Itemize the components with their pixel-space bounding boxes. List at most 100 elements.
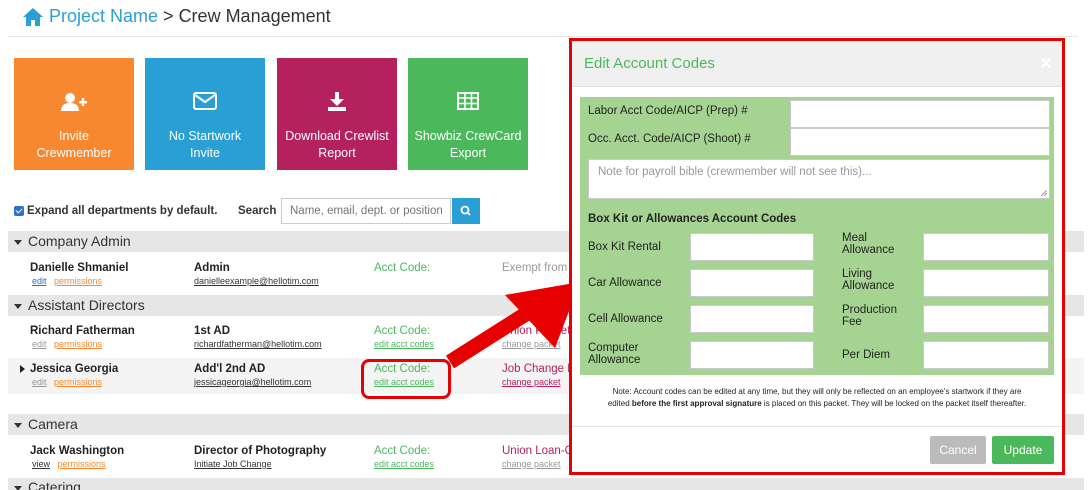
chevron-down-icon [14, 485, 22, 490]
tile-label-line2: Invite [190, 146, 220, 160]
search-icon [460, 205, 471, 216]
cancel-button[interactable]: Cancel [930, 436, 986, 464]
tile-label-line2: Export [449, 146, 487, 160]
change-packet-link[interactable]: change packet [502, 339, 561, 349]
resize-handle-icon[interactable] [1041, 190, 1047, 196]
car-allowance-input[interactable] [690, 269, 814, 297]
search-input[interactable] [281, 198, 451, 224]
download-crewlist-report-button[interactable]: Download Crewlist Report [277, 58, 397, 170]
box-kit-input[interactable] [690, 233, 814, 261]
production-fee-label: Production Fee [842, 304, 897, 328]
home-icon[interactable] [22, 7, 44, 27]
project-name-link[interactable]: Project Name [49, 6, 158, 27]
crew-name: Danielle Shmaniel [30, 262, 129, 274]
status-text: Job Change P [502, 363, 575, 375]
per-diem-label: Per Diem [842, 349, 890, 361]
expand-all-label: Expand all departments by default. [27, 205, 218, 217]
change-packet-link[interactable]: change packet [502, 377, 561, 387]
view-link[interactable]: view [32, 459, 50, 469]
dept-name: Assistant Directors [28, 297, 145, 313]
chevron-right-icon[interactable] [20, 365, 25, 373]
envelope-icon [193, 92, 217, 110]
crew-role: Director of Photography [194, 445, 327, 457]
initiate-job-change-link[interactable]: Initiate Job Change [194, 459, 272, 469]
status-text: Exempt from [502, 262, 568, 274]
account-codes-footnote: Note: Account codes can be edited at any… [607, 387, 1027, 408]
update-button[interactable]: Update [992, 436, 1054, 464]
per-diem-input[interactable] [923, 341, 1049, 369]
living-allowance-label: Living Allowance [842, 268, 895, 292]
acct-code-label: Acct Code: [374, 325, 431, 337]
status-text: Union Loan-O [502, 445, 574, 457]
chevron-down-icon [14, 422, 22, 428]
modal-header: Edit Account Codes × [572, 41, 1062, 87]
permissions-link[interactable]: permissions [58, 459, 106, 469]
meal-allowance-input[interactable] [923, 233, 1049, 261]
search-button[interactable] [452, 198, 480, 224]
production-fee-input[interactable] [923, 305, 1049, 333]
payroll-note-textarea[interactable]: Note for payroll bible (crewmember will … [588, 159, 1050, 199]
permissions-link[interactable]: permissions [54, 339, 102, 349]
search-label: Search [238, 205, 277, 217]
crew-email[interactable]: richardfatherman@hellotim.com [194, 339, 322, 349]
dept-name: Camera [28, 416, 78, 432]
crew-email[interactable]: jessicageorgia@hellotim.com [194, 377, 311, 387]
header-divider [8, 36, 1078, 37]
tile-label-line1: Invite [59, 129, 89, 143]
crew-role: Admin [194, 262, 230, 274]
acct-code-label: Acct Code: [374, 262, 431, 274]
change-packet-link[interactable]: change packet [502, 459, 561, 469]
payroll-note-placeholder: Note for payroll bible (crewmember will … [598, 166, 872, 178]
meal-allowance-label: Meal Allowance [842, 232, 895, 256]
dept-name: Catering [28, 479, 81, 490]
page-title: Crew Management [178, 6, 331, 26]
invite-crewmember-button[interactable]: Invite Crewmember [14, 58, 134, 170]
modal-title: Edit Account Codes [584, 55, 715, 72]
edit-account-codes-modal: Edit Account Codes × Labor Acct Code/AIC… [569, 38, 1065, 475]
download-icon [328, 92, 346, 111]
crew-name: Richard Fatherman [30, 325, 135, 337]
tile-label-line1: Download Crewlist [285, 129, 389, 143]
crew-name: Jessica Georgia [30, 363, 119, 375]
breadcrumb-separator: > [158, 6, 179, 26]
edit-acct-codes-link[interactable]: edit acct codes [374, 339, 434, 349]
dept-header-catering[interactable]: Catering [8, 478, 1084, 490]
close-icon[interactable]: × [1040, 53, 1052, 76]
chevron-down-icon [14, 303, 22, 309]
edit-acct-codes-link[interactable]: edit acct codes [374, 459, 434, 469]
no-startwork-invite-button[interactable]: No Startwork Invite [145, 58, 265, 170]
crew-name: Jack Washington [30, 445, 125, 457]
permissions-link[interactable]: permissions [54, 377, 102, 387]
highlight-callout [361, 359, 451, 399]
labor-acct-label: Labor Acct Code/AICP (Prep) # [588, 105, 748, 117]
expand-all-control[interactable]: Expand all departments by default. [14, 205, 217, 217]
tile-label-line1: Showbiz CrewCard [414, 129, 522, 143]
crew-role: 1st AD [194, 325, 230, 337]
tile-label-line2: Crewmember [36, 146, 112, 160]
tile-label-line2: Report [318, 146, 356, 160]
edit-link[interactable]: edit [32, 377, 47, 387]
edit-link[interactable]: edit [32, 339, 47, 349]
showbiz-crewcard-export-button[interactable]: Showbiz CrewCard Export [408, 58, 528, 170]
crew-email[interactable]: danielleexample@hellotim.com [194, 276, 319, 286]
status-text: Union Packet [502, 325, 571, 337]
occ-acct-input[interactable] [790, 128, 1050, 156]
occ-acct-label: Occ. Acct. Code/AICP (Shoot) # [588, 133, 751, 145]
crew-role: Add'l 2nd AD [194, 363, 266, 375]
edit-link[interactable]: edit [32, 276, 47, 286]
living-allowance-input[interactable] [923, 269, 1049, 297]
cell-allowance-label: Cell Allowance [588, 313, 663, 325]
computer-allowance-label: Computer Allowance [588, 342, 641, 366]
cell-allowance-input[interactable] [690, 305, 814, 333]
account-codes-form: Labor Acct Code/AICP (Prep) # Occ. Acct.… [580, 97, 1054, 375]
dept-name: Company Admin [28, 233, 131, 249]
computer-allowance-input[interactable] [690, 341, 814, 369]
chevron-down-icon [14, 239, 22, 245]
modal-footer-divider [572, 426, 1062, 427]
labor-acct-input[interactable] [790, 100, 1050, 128]
expand-all-checkbox[interactable] [14, 206, 24, 216]
car-allowance-label: Car Allowance [588, 277, 662, 289]
table-icon [457, 92, 479, 110]
permissions-link[interactable]: permissions [54, 276, 102, 286]
add-user-icon [61, 93, 87, 111]
